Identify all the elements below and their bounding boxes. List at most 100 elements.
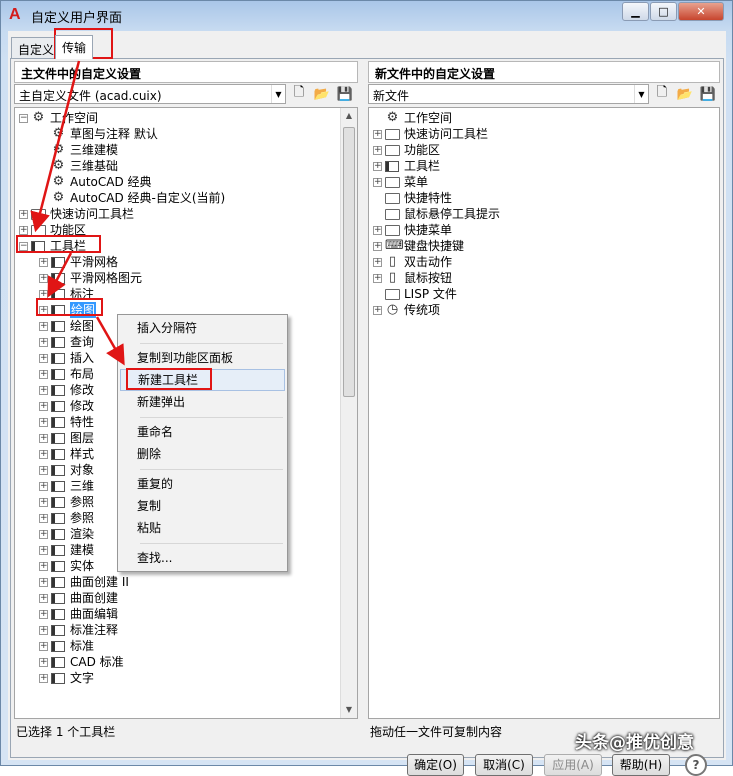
expand-icon[interactable]: + (19, 210, 28, 219)
tree-node[interactable]: + CAD 标准 (15, 654, 340, 670)
expand-icon[interactable]: + (39, 402, 48, 411)
expand-icon[interactable]: + (39, 258, 48, 267)
expand-icon[interactable]: + (39, 482, 48, 491)
tree-node[interactable]: − ⚙ 工作空间 (15, 110, 340, 126)
title-bar[interactable]: A 自定义用户界面 ▁ □ ✕ (1, 1, 732, 29)
tree-node[interactable]: + 快捷菜单 (369, 222, 702, 238)
expand-icon[interactable]: + (373, 162, 382, 171)
open-folder-icon[interactable]: 📂 (312, 85, 332, 103)
expand-icon[interactable]: + (39, 514, 48, 523)
expand-icon[interactable]: + (39, 322, 48, 331)
expand-icon[interactable]: + (39, 562, 48, 571)
tab-transfer[interactable]: 传输 (55, 35, 94, 59)
context-menu-item[interactable]: 重复的 (120, 473, 285, 495)
expand-icon[interactable]: + (39, 354, 48, 363)
expand-icon[interactable]: + (39, 578, 48, 587)
context-menu-item[interactable]: 查找... (120, 547, 285, 569)
context-menu-item[interactable]: 复制到功能区面板 (120, 347, 285, 369)
save-icon[interactable]: 💾 (698, 85, 718, 103)
expand-icon[interactable]: + (373, 242, 382, 251)
new-file-icon[interactable]: 🗋 (652, 85, 672, 103)
close-button[interactable]: ✕ (678, 2, 724, 21)
expand-icon[interactable]: + (39, 642, 48, 651)
tree-node[interactable]: + 标准注释 (15, 622, 340, 638)
expand-icon[interactable]: + (39, 418, 48, 427)
context-menu-item[interactable]: 粘贴 (120, 517, 285, 539)
tree-node[interactable]: + 快速访问工具栏 (369, 126, 702, 142)
context-menu-item[interactable]: 插入分隔符 (120, 317, 285, 339)
expand-icon[interactable]: + (39, 338, 48, 347)
expand-icon[interactable]: + (39, 450, 48, 459)
scroll-up-icon[interactable]: ▲ (341, 108, 357, 124)
help-button[interactable]: 帮助(H) (612, 754, 670, 776)
expand-icon[interactable]: + (39, 434, 48, 443)
expand-icon[interactable]: + (373, 130, 382, 139)
context-menu-item[interactable]: 重命名 (120, 421, 285, 443)
tree-node[interactable]: + 曲面创建 II (15, 574, 340, 590)
tree-node[interactable]: + 标准 (15, 638, 340, 654)
apply-button[interactable]: 应用(A) (544, 754, 602, 776)
chevron-down-icon[interactable]: ▼ (271, 85, 285, 103)
expand-icon[interactable]: + (373, 146, 382, 155)
tree-node[interactable]: + 工具栏 (369, 158, 702, 174)
tree-node[interactable]: ⚙ AutoCAD 经典 (15, 174, 340, 190)
expand-icon[interactable]: + (39, 546, 48, 555)
expand-icon[interactable]: + (39, 674, 48, 683)
open-folder-icon[interactable]: 📂 (675, 85, 695, 103)
tree-node[interactable]: ⚙ 草图与注释 默认 (15, 126, 340, 142)
tree-node[interactable]: + ▯ 鼠标按钮 (369, 270, 702, 286)
minimize-button[interactable]: ▁ (622, 2, 649, 21)
scroll-down-icon[interactable]: ▼ (341, 702, 357, 718)
collapse-icon[interactable]: − (19, 114, 28, 123)
expand-icon[interactable]: + (39, 498, 48, 507)
expand-icon[interactable]: + (39, 386, 48, 395)
tree-node[interactable]: ⚙ 三维基础 (15, 158, 340, 174)
tree-node[interactable]: + 功能区 (369, 142, 702, 158)
context-menu-item[interactable]: 复制 (120, 495, 285, 517)
help-icon[interactable]: ? (685, 754, 707, 776)
left-tree-scrollbar[interactable]: ▲ ▼ (340, 108, 357, 718)
ok-button[interactable]: 确定(O) (407, 754, 464, 776)
cancel-button[interactable]: 取消(C) (475, 754, 533, 776)
expand-icon[interactable]: + (39, 274, 48, 283)
tree-node[interactable]: ⚙ 工作空间 (369, 110, 702, 126)
tree-node[interactable]: + ⌨ 键盘快捷键 (369, 238, 702, 254)
expand-icon[interactable]: + (373, 226, 382, 235)
expand-icon[interactable]: + (39, 610, 48, 619)
chevron-down-icon[interactable]: ▼ (634, 85, 648, 103)
right-tree-view[interactable]: ⚙ 工作空间 + 快速访问工具栏 + 功能区 + 工具栏 + 菜单 快捷特性 鼠标悬停工具提示 + 快捷菜… (368, 107, 720, 719)
expand-icon[interactable]: + (19, 226, 28, 235)
expand-icon[interactable]: + (373, 178, 382, 187)
expand-icon[interactable]: + (39, 594, 48, 603)
tree-node[interactable]: + 文字 (15, 670, 340, 686)
tree-node[interactable]: + 菜单 (369, 174, 702, 190)
main-file-combo[interactable]: 主自定义文件 (acad.cuix) ▼ (14, 84, 286, 104)
tree-node[interactable]: LISP 文件 (369, 286, 702, 302)
expand-icon[interactable]: + (39, 370, 48, 379)
expand-icon[interactable]: + (39, 626, 48, 635)
expand-icon[interactable]: + (39, 466, 48, 475)
tree-node[interactable]: 鼠标悬停工具提示 (369, 206, 702, 222)
expand-icon[interactable]: + (39, 530, 48, 539)
new-file-combo[interactable]: 新文件 ▼ (368, 84, 649, 104)
tree-node[interactable]: + 曲面编辑 (15, 606, 340, 622)
tree-node[interactable]: + ▯ 双击动作 (369, 254, 702, 270)
new-file-icon[interactable]: 🗋 (289, 85, 309, 103)
tree-node[interactable]: + ◷ 传统项 (369, 302, 702, 318)
save-icon[interactable]: 💾 (335, 85, 355, 103)
expand-icon[interactable]: + (373, 258, 382, 267)
tree-node[interactable]: + 快速访问工具栏 (15, 206, 340, 222)
tree-node[interactable]: ⚙ AutoCAD 经典-自定义(当前) (15, 190, 340, 206)
expand-icon[interactable]: + (373, 306, 382, 315)
maximize-button[interactable]: □ (650, 2, 677, 21)
expand-icon[interactable]: + (39, 658, 48, 667)
tree-node[interactable]: + 平滑网格 (15, 254, 340, 270)
tree-node[interactable]: 快捷特性 (369, 190, 702, 206)
scroll-thumb[interactable] (343, 127, 355, 397)
expand-icon[interactable]: + (373, 274, 382, 283)
tree-node[interactable]: + 平滑网格图元 (15, 270, 340, 286)
tree-node[interactable]: + 曲面创建 (15, 590, 340, 606)
tree-node[interactable]: ⚙ 三维建模 (15, 142, 340, 158)
context-menu-item[interactable]: 删除 (120, 443, 285, 465)
context-menu-item[interactable]: 新建弹出 (120, 391, 285, 413)
